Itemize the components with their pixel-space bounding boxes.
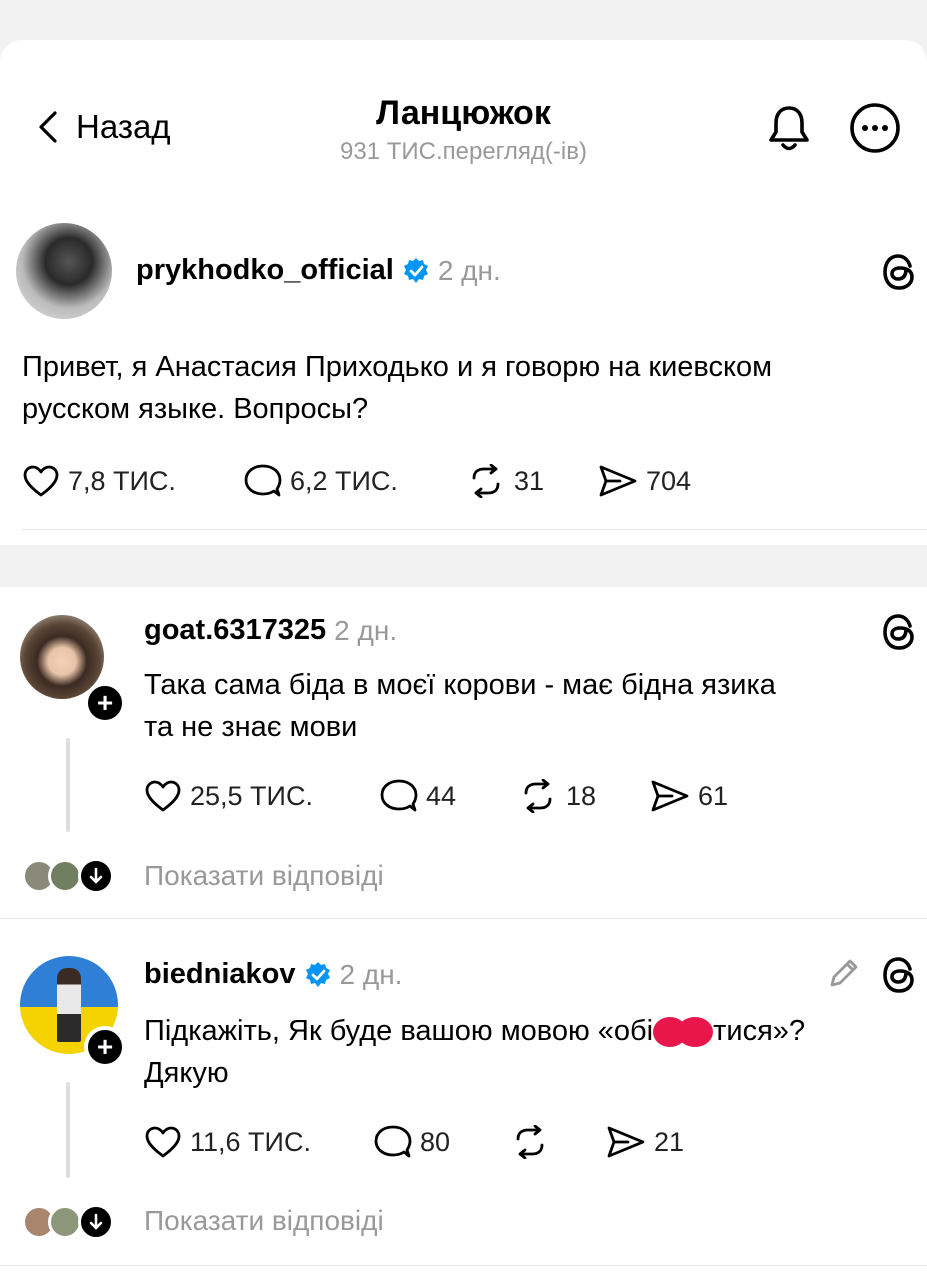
verified-badge-icon <box>403 257 428 283</box>
reply-username: biedniakov <box>144 958 296 990</box>
share-count: 61 <box>698 780 729 811</box>
share-button[interactable]: 61 <box>650 779 728 813</box>
repost-button[interactable]: 18 <box>518 779 650 813</box>
post-author[interactable]: prykhodko_official 2 дн. <box>136 254 501 287</box>
heart-icon <box>145 1126 181 1158</box>
reply-text-line: та не знає мови <box>144 711 358 743</box>
share-count: 21 <box>654 1126 685 1157</box>
avatar-figure <box>57 968 81 1042</box>
reply-text-start: Підкажіть, Як буде вашою мовою «обі <box>144 1015 654 1047</box>
comment-button[interactable]: 80 <box>374 1124 510 1160</box>
threads-logo-icon <box>880 252 918 297</box>
arrow-down-icon <box>89 1213 103 1230</box>
reply-text-end: тися»? <box>713 1015 806 1047</box>
share-button[interactable]: 21 <box>606 1125 684 1159</box>
edit-pencil-icon <box>826 955 862 996</box>
threads-logo-icon <box>880 955 918 1000</box>
post-time: 2 дн. <box>437 254 501 286</box>
repost-count: 18 <box>566 780 597 811</box>
arrow-down-icon <box>89 867 103 884</box>
like-button[interactable]: 11,6 ТИС. <box>144 1125 374 1159</box>
reply-body: Така сама біда в моєї корови - має бідна… <box>144 664 914 748</box>
more-options-button[interactable] <box>847 100 903 156</box>
post-text-line: Привет, я Анастасия Приходько и я говорю… <box>22 351 773 383</box>
share-count: 704 <box>646 465 692 496</box>
divider <box>0 918 927 919</box>
comment-button[interactable]: 6,2 ТИС. <box>244 463 466 499</box>
threads-logo-icon <box>880 612 918 657</box>
reply-author[interactable]: biedniakov 2 дн. <box>144 958 402 991</box>
repost-button[interactable] <box>510 1125 606 1159</box>
comment-icon <box>244 464 282 497</box>
divider <box>22 529 927 530</box>
send-icon <box>651 780 689 812</box>
thread-sheet <box>0 40 927 1280</box>
thread-line <box>66 738 70 832</box>
like-button[interactable]: 7,8 ТИС. <box>22 464 244 498</box>
like-count: 7,8 ТИС. <box>68 465 176 496</box>
send-icon <box>599 465 637 497</box>
follow-button[interactable]: + <box>84 682 126 724</box>
reply-time: 2 дн. <box>334 614 398 646</box>
show-replies-link[interactable]: Показати відповіді <box>144 1205 384 1237</box>
post-text-line: русском языке. Вопросы? <box>22 393 369 425</box>
comment-icon <box>374 1125 412 1158</box>
replier-avatar <box>48 859 82 893</box>
repost-button[interactable]: 31 <box>466 464 598 498</box>
redaction-mark <box>653 1017 714 1048</box>
post-body: Привет, я Анастасия Приходько и я говорю… <box>22 346 922 430</box>
expand-replies-button[interactable] <box>78 858 114 894</box>
replier-avatar <box>48 1205 82 1239</box>
more-icon <box>850 103 900 153</box>
reply-username: goat.6317325 <box>144 614 327 646</box>
repost-icon <box>516 1125 544 1159</box>
like-button[interactable]: 25,5 ТИС. <box>144 779 380 813</box>
verified-badge-icon <box>305 961 330 987</box>
reply-text-line: Така сама біда в моєї корови - має бідна… <box>144 669 776 701</box>
section-gap <box>0 545 927 587</box>
post-actions: 7,8 ТИС. 6,2 ТИС. 31 704 <box>22 463 691 499</box>
send-icon <box>607 1126 645 1158</box>
reply-author[interactable]: goat.6317325 2 дн. <box>144 614 397 647</box>
reply-actions: 11,6 ТИС. 80 21 <box>144 1124 684 1160</box>
author-username: prykhodko_official <box>136 254 394 286</box>
repost-count: 31 <box>514 465 545 496</box>
repost-icon <box>472 464 500 498</box>
like-count: 11,6 ТИС. <box>190 1126 311 1157</box>
reply-text-line: Підкажіть, Як буде вашою мовою «обі тися»… <box>144 1010 924 1052</box>
plus-icon: + <box>96 687 114 718</box>
comment-icon <box>380 779 418 812</box>
reply-actions: 25,5 ТИС. 44 18 61 <box>144 778 728 814</box>
heart-icon <box>23 465 59 497</box>
reply-body: Підкажіть, Як буде вашою мовою «обі тися»… <box>144 1010 924 1094</box>
comment-count: 80 <box>420 1126 451 1157</box>
expand-replies-button[interactable] <box>78 1204 114 1240</box>
comment-button[interactable]: 44 <box>380 778 518 814</box>
divider <box>0 1265 927 1266</box>
bell-icon <box>769 106 809 151</box>
share-button[interactable]: 704 <box>598 464 691 498</box>
plus-icon: + <box>96 1031 114 1062</box>
thread-line <box>66 1082 70 1178</box>
replier-avatars <box>22 1204 122 1240</box>
reply-text-line: Дякую <box>144 1057 229 1089</box>
show-replies-link[interactable]: Показати відповіді <box>144 860 384 892</box>
replier-avatars <box>22 858 122 894</box>
like-count: 25,5 ТИС. <box>190 780 313 811</box>
follow-button[interactable]: + <box>84 1026 126 1068</box>
comment-count: 44 <box>426 780 457 811</box>
notifications-button[interactable] <box>761 100 817 156</box>
comment-count: 6,2 ТИС. <box>290 465 398 496</box>
reply-time: 2 дн. <box>339 958 403 990</box>
author-avatar[interactable] <box>16 223 112 319</box>
repost-icon <box>524 779 552 813</box>
heart-icon <box>145 780 181 812</box>
